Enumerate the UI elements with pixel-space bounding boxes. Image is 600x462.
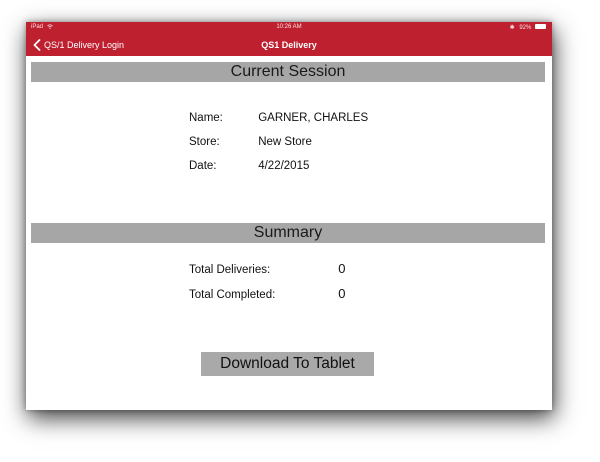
total-deliveries-row: Total Deliveries: 0	[189, 261, 345, 276]
total-deliveries-label: Total Deliveries:	[189, 264, 271, 276]
nav-title: QS1 Delivery	[261, 40, 317, 50]
summary-header: Summary	[31, 223, 545, 243]
ipad-screen: iPad 10:26 AM ✱ 92% QS/1 Delivery Login …	[26, 22, 552, 410]
navigation-bar: iPad 10:26 AM ✱ 92% QS/1 Delivery Login …	[26, 22, 552, 56]
total-completed-row: Total Completed: 0	[189, 286, 345, 301]
total-deliveries-value: 0	[338, 261, 346, 276]
store-value: New Store	[258, 136, 312, 148]
session-store-row: Store: New Store	[189, 136, 312, 148]
status-time: 10:26 AM	[276, 24, 302, 30]
current-session-header: Current Session	[31, 62, 545, 82]
name-label: Name:	[189, 112, 223, 124]
session-date-row: Date: 4/22/2015	[189, 160, 309, 172]
date-label: Date:	[189, 160, 217, 172]
battery-icon	[535, 24, 546, 29]
date-value: 4/22/2015	[258, 160, 310, 172]
session-name-row: Name: GARNER, CHARLES	[189, 112, 368, 124]
store-label: Store:	[189, 136, 220, 148]
name-value: GARNER, CHARLES	[258, 112, 369, 124]
download-to-tablet-button[interactable]: Download To Tablet	[201, 352, 374, 376]
status-bar-right: ✱ 92%	[510, 24, 546, 31]
total-completed-value: 0	[338, 286, 346, 301]
bluetooth-icon: ✱	[509, 25, 515, 31]
battery-percent: 92%	[519, 25, 532, 31]
total-completed-label: Total Completed:	[189, 289, 276, 301]
